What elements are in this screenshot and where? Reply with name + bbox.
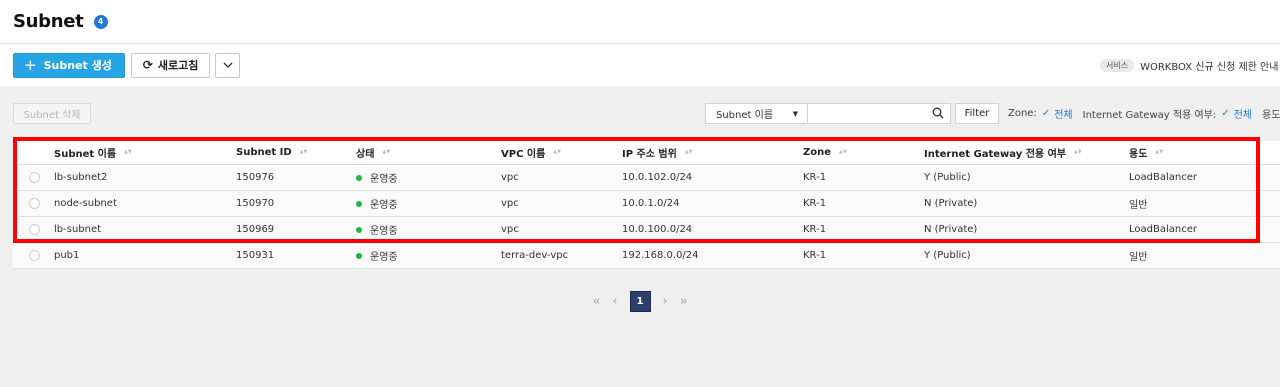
- usage: 일반: [1129, 252, 1148, 263]
- check-icon: ✓: [1221, 108, 1230, 119]
- last-page-icon[interactable]: »: [680, 294, 688, 309]
- row-radio[interactable]: [29, 250, 40, 261]
- count-badge: 4: [93, 14, 108, 29]
- more-actions-button[interactable]: [215, 52, 241, 78]
- current-page-button[interactable]: 1: [629, 291, 651, 312]
- plus-icon: +: [24, 56, 37, 74]
- zone: KR-1: [803, 250, 827, 261]
- search-field-label: Subnet 이름: [716, 110, 774, 121]
- status-text: 운영중: [370, 252, 398, 263]
- caret-down-icon: ▼: [792, 110, 798, 118]
- row-radio[interactable]: [29, 198, 40, 209]
- status-text: 운영중: [370, 174, 398, 185]
- vpc-name: vpc: [501, 224, 519, 235]
- row-radio[interactable]: [29, 172, 40, 183]
- status-dot-icon: [356, 252, 362, 259]
- column-header-name[interactable]: Subnet 이름 ▲▼: [54, 141, 132, 164]
- sort-icon: ▲▼: [1073, 149, 1082, 155]
- ip-range: 192.168.0.0/24: [622, 250, 699, 261]
- subnet-table: Subnet 이름 ▲▼ Subnet ID ▲▼ 상태 ▲▼ VPC 이름 ▲▼ IP…: [13, 141, 1280, 269]
- refresh-label: 새로고침: [157, 59, 199, 72]
- subnet-id: 150969: [236, 224, 275, 235]
- usage: 일반: [1129, 200, 1148, 211]
- search-field-select[interactable]: Subnet 이름 ▼: [705, 103, 808, 124]
- pagination: « ‹ 1 › »: [0, 291, 1280, 312]
- igw-filter-label: Internet Gateway 적용 여부:: [1082, 110, 1217, 121]
- sort-icon: ▲▼: [124, 149, 132, 155]
- notice-text: WORKBOX 신규 신청 제한 안내 (6/4: [1140, 61, 1280, 73]
- check-icon: ✓: [1041, 108, 1051, 119]
- search-input[interactable]: [808, 103, 951, 124]
- refresh-icon: ⟳: [142, 58, 153, 72]
- subnet-id: 150931: [236, 250, 275, 261]
- row-radio[interactable]: [29, 224, 40, 235]
- subnet-name: lb-subnet: [54, 224, 102, 235]
- toolbar: + Subnet 생성 ⟳ 새로고침 서비스 WORKBOX 신규 신청 제한 …: [0, 44, 1280, 86]
- filter-button[interactable]: Filter: [955, 103, 999, 124]
- create-subnet-button[interactable]: + Subnet 생성: [13, 52, 125, 78]
- usage: LoadBalancer: [1129, 172, 1197, 183]
- igw-filter-value[interactable]: 전체: [1234, 106, 1252, 121]
- table-row[interactable]: pub1 150931 운영중 terra-dev-vpc 192.168.0.…: [13, 243, 1280, 269]
- chevron-down-icon: [223, 62, 233, 68]
- sort-icon: ▲▼: [382, 149, 391, 155]
- igw-status: Y (Public): [924, 250, 971, 261]
- subnet-name: node-subnet: [54, 198, 117, 209]
- zone: KR-1: [803, 172, 827, 183]
- page-title: Subnet: [13, 11, 84, 32]
- sort-icon: ▲▼: [839, 149, 847, 155]
- status-text: 운영중: [370, 200, 398, 211]
- column-header-zone[interactable]: Zone ▲▼: [803, 141, 847, 164]
- refresh-button[interactable]: ⟳ 새로고침: [130, 52, 211, 78]
- filter-bar: Subnet 삭제 Subnet 이름 ▼ Filter Zone: ✓ 전체 …: [0, 86, 1280, 139]
- table-row[interactable]: node-subnet 150970 운영중 vpc 10.0.1.0/24 K…: [13, 191, 1280, 217]
- search-icon[interactable]: [932, 107, 944, 119]
- table-row[interactable]: lb-subnet2 150976 운영중 vpc 10.0.102.0/24 …: [13, 165, 1280, 191]
- zone-filter-value[interactable]: 전체: [1054, 106, 1072, 121]
- page-header: Subnet 4: [0, 0, 1280, 44]
- vpc-name: vpc: [501, 198, 519, 209]
- status-dot-icon: [356, 226, 362, 233]
- usage-filter-label: 용도:: [1262, 110, 1280, 121]
- status-dot-icon: [356, 200, 362, 207]
- prev-page-icon[interactable]: ‹: [612, 294, 617, 309]
- igw-status: N (Private): [924, 224, 978, 235]
- ip-range: 10.0.100.0/24: [622, 224, 693, 235]
- column-header-status[interactable]: 상태 ▲▼: [356, 141, 390, 164]
- first-page-icon[interactable]: «: [592, 294, 600, 309]
- filter-chips: Zone: ✓ 전체 Internet Gateway 적용 여부: ✓ 전체 …: [1008, 103, 1280, 124]
- vpc-name: terra-dev-vpc: [501, 250, 569, 261]
- sort-icon: ▲▼: [553, 149, 561, 155]
- igw-status: N (Private): [924, 198, 978, 209]
- igw-status: Y (Public): [924, 172, 971, 183]
- sort-icon: ▲▼: [1155, 149, 1164, 155]
- status-text: 운영중: [370, 226, 398, 237]
- column-header-igw[interactable]: Internet Gateway 전용 여부 ▲▼: [924, 141, 1082, 164]
- zone: KR-1: [803, 198, 827, 209]
- table-row[interactable]: lb-subnet 150969 운영중 vpc 10.0.100.0/24 K…: [13, 217, 1280, 243]
- column-header-id[interactable]: Subnet ID ▲▼: [236, 141, 307, 164]
- subnet-name: pub1: [54, 250, 80, 261]
- zone-filter-label: Zone:: [1008, 108, 1037, 119]
- subnet-id: 150976: [236, 172, 275, 183]
- sort-icon: ▲▼: [684, 149, 693, 155]
- vpc-name: vpc: [501, 172, 519, 183]
- subnet-id: 150970: [236, 198, 275, 209]
- column-header-usage[interactable]: 용도 ▲▼: [1129, 141, 1163, 164]
- table-header: Subnet 이름 ▲▼ Subnet ID ▲▼ 상태 ▲▼ VPC 이름 ▲▼ IP…: [13, 141, 1280, 165]
- ip-range: 10.0.1.0/24: [622, 198, 680, 209]
- zone: KR-1: [803, 224, 827, 235]
- subnet-name: lb-subnet2: [54, 172, 108, 183]
- next-page-icon[interactable]: ›: [663, 294, 668, 309]
- ip-range: 10.0.102.0/24: [622, 172, 693, 183]
- column-header-vpc[interactable]: VPC 이름 ▲▼: [501, 141, 561, 164]
- notice-tag: 서비스: [1100, 58, 1135, 72]
- delete-subnet-button[interactable]: Subnet 삭제: [13, 103, 91, 124]
- usage: LoadBalancer: [1129, 224, 1197, 235]
- notice-banner[interactable]: 서비스 WORKBOX 신규 신청 제한 안내 (6/4: [1100, 44, 1280, 86]
- sort-icon: ▲▼: [299, 149, 308, 155]
- column-header-cidr[interactable]: IP 주소 범위 ▲▼: [622, 141, 693, 164]
- create-subnet-label: Subnet 생성: [43, 59, 112, 72]
- status-dot-icon: [356, 174, 362, 181]
